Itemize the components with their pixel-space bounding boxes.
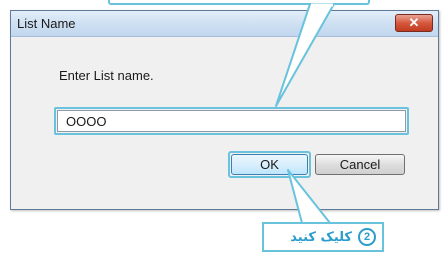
callout-pointer-top (275, 3, 335, 107)
step-number-badge: 2 (358, 228, 376, 246)
callout-box-bottom: 2 کلیک کنید (262, 222, 384, 252)
callout-pointers (275, 3, 335, 224)
callout-pointer-bottom (287, 169, 331, 224)
step-instruction: کلیک کنید (290, 229, 352, 245)
